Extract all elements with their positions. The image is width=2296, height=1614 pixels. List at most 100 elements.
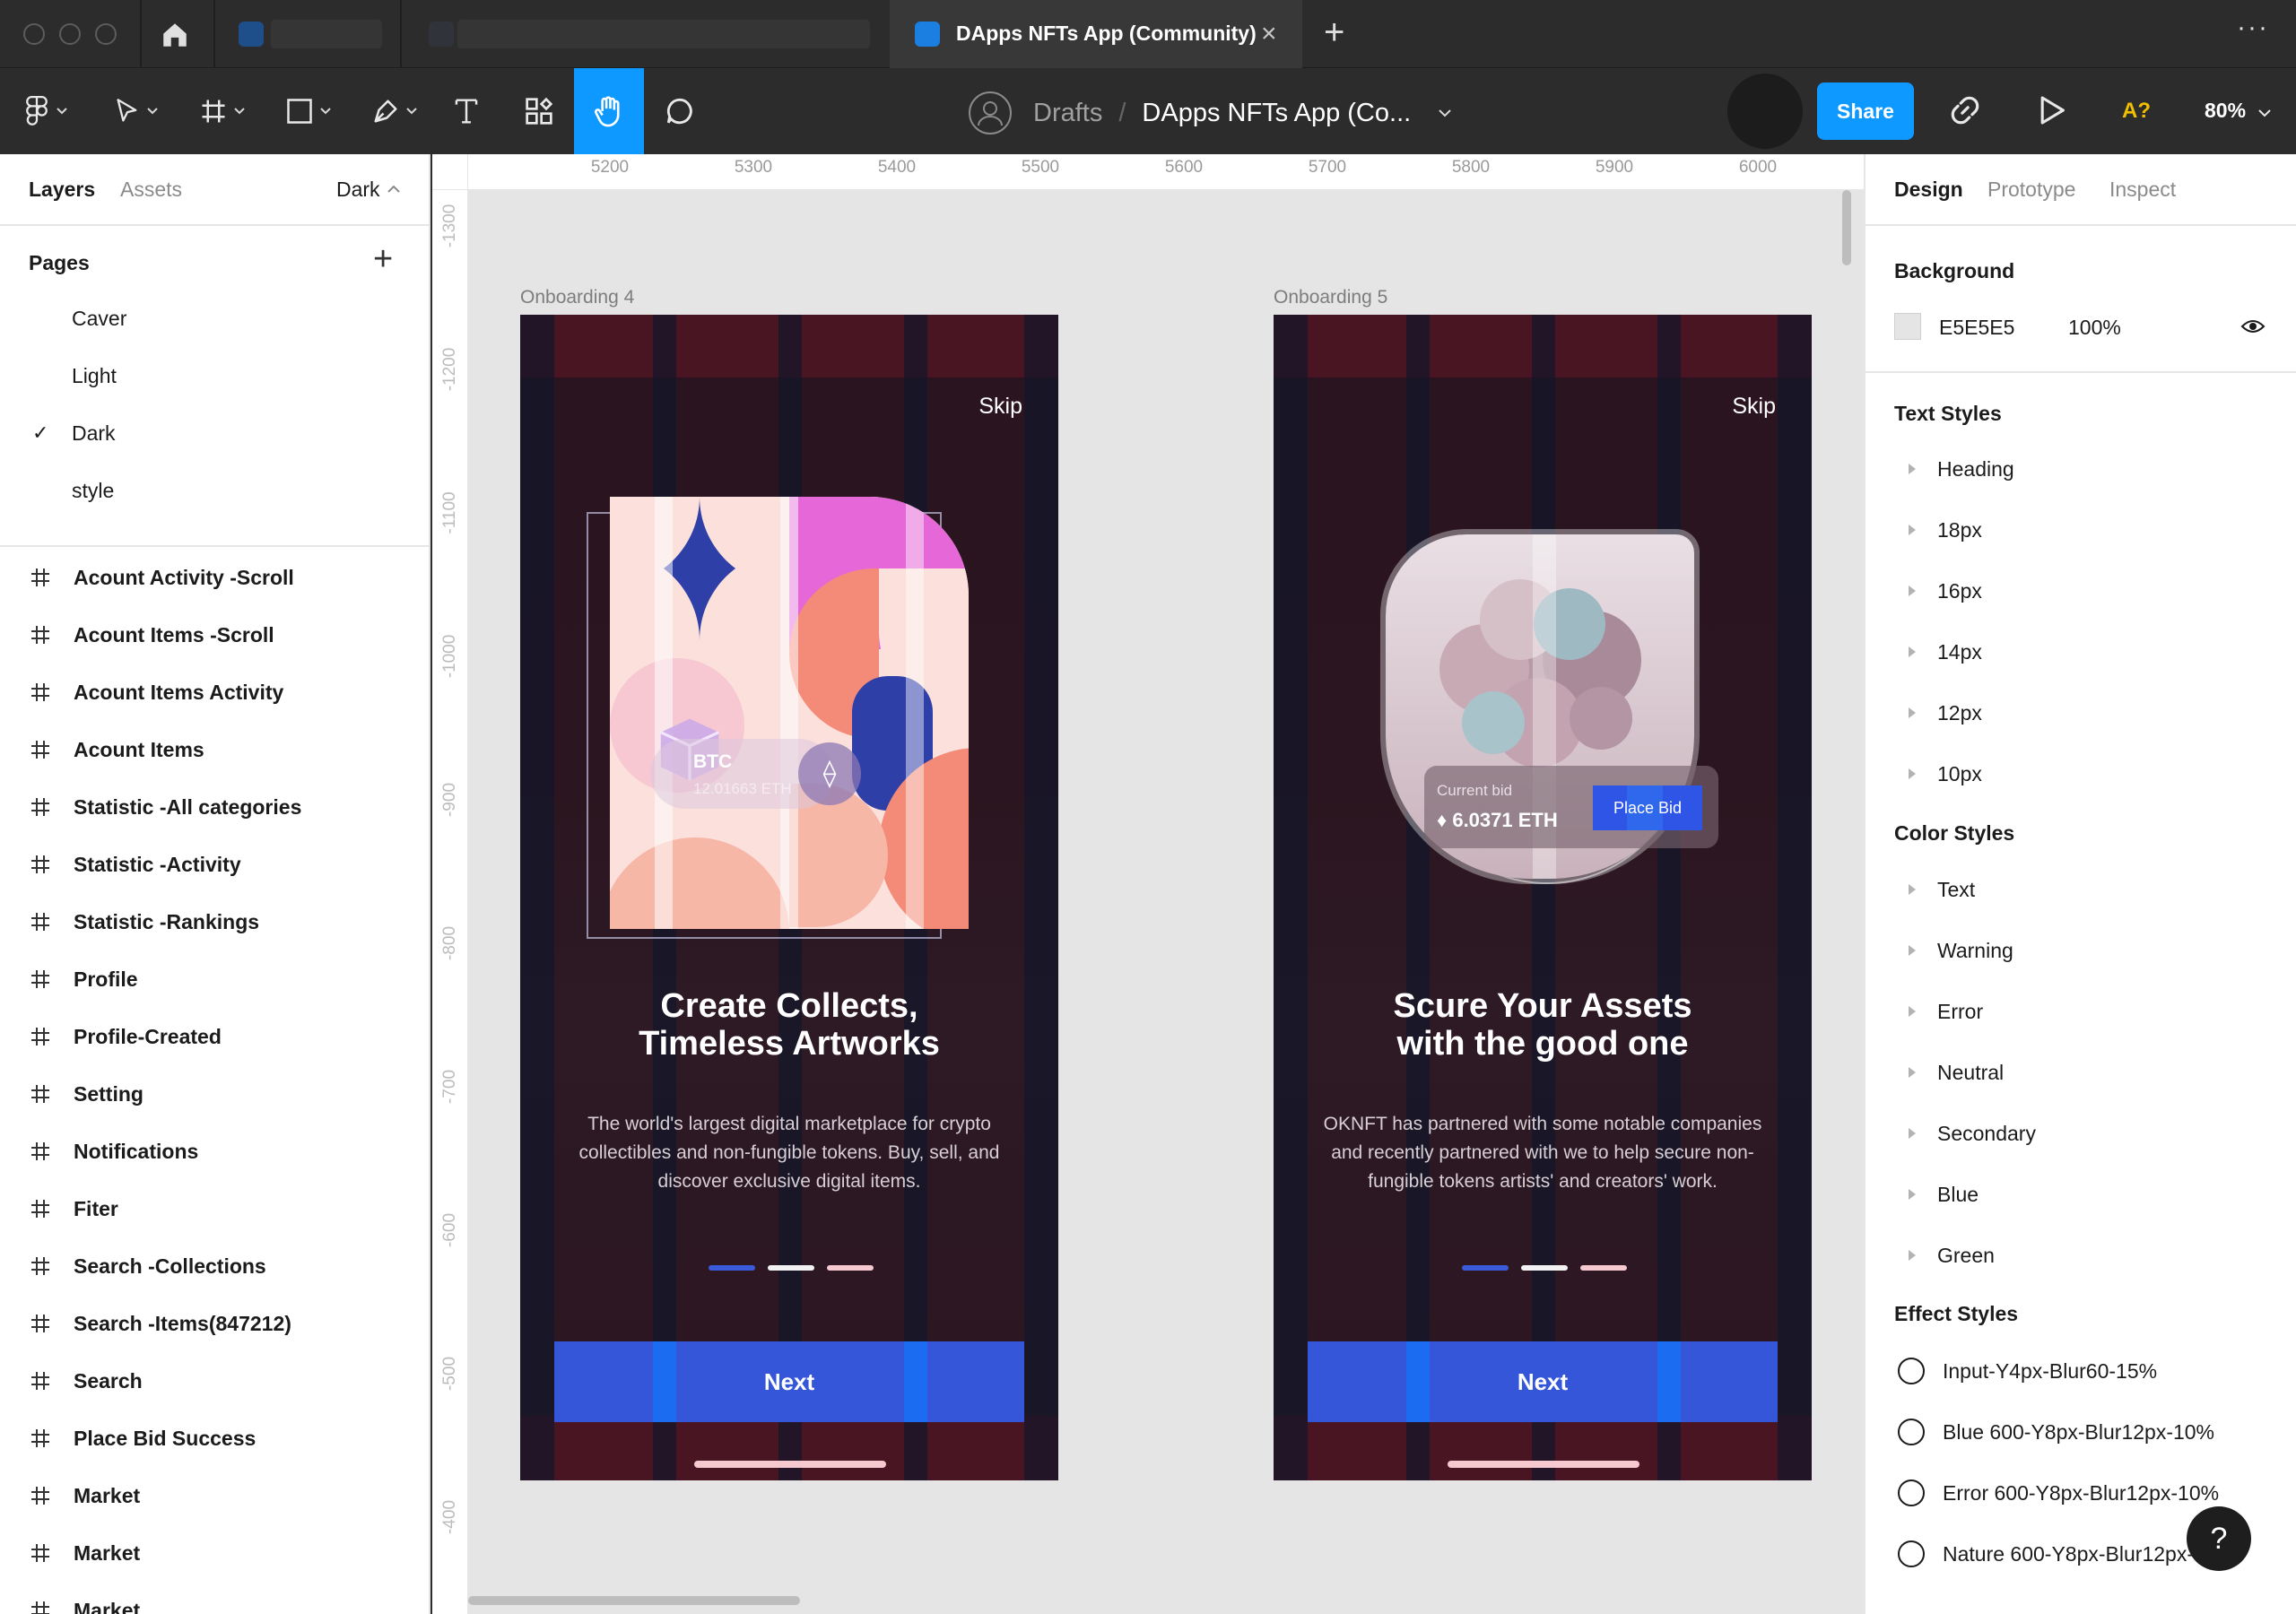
background-opacity-input[interactable]: 100% <box>2068 316 2121 340</box>
text-style-item[interactable]: 12px <box>1909 699 1982 727</box>
comment-tool-button[interactable] <box>662 68 698 154</box>
home-icon[interactable] <box>160 20 190 50</box>
tab-layers[interactable]: Layers <box>29 178 95 202</box>
tab-inactive-2[interactable] <box>402 9 886 59</box>
zoom-menu[interactable]: 80% <box>2205 99 2272 123</box>
effect-style-item[interactable]: Blue 600-Y8px-Blur12px-10% <box>1898 1417 2214 1447</box>
frame-onboarding-4[interactable]: Skip BTC 12.01663 ETH ⟠ Create Collects,… <box>520 315 1058 1480</box>
accessibility-check-button[interactable]: A? <box>2122 99 2151 124</box>
layer-frame-item[interactable]: Acount Items Activity <box>30 674 283 710</box>
layer-frame-item[interactable]: Acount Items <box>30 732 204 768</box>
background-color-swatch[interactable] <box>1894 313 1921 340</box>
breadcrumb-drafts[interactable]: Drafts <box>1033 99 1102 128</box>
tab-inactive-1[interactable] <box>215 9 395 59</box>
zoom-window-button[interactable] <box>95 23 117 45</box>
next-button[interactable]: Next <box>1308 1341 1778 1422</box>
text-tool-button[interactable] <box>448 68 484 154</box>
skip-button[interactable]: Skip <box>1732 394 1776 420</box>
next-button[interactable]: Next <box>554 1341 1024 1422</box>
canvas[interactable]: 5200 5300 5400 5500 5600 5700 5800 5900 … <box>432 154 1864 1614</box>
text-style-item[interactable]: 14px <box>1909 638 1982 666</box>
layer-frame-item[interactable]: Search <box>30 1363 143 1399</box>
layer-frame-item[interactable]: Statistic -Rankings <box>30 904 259 940</box>
chevron-down-icon[interactable] <box>1438 108 1452 117</box>
page-item-style[interactable]: style <box>72 479 114 503</box>
skip-button[interactable]: Skip <box>978 394 1022 420</box>
color-style-item[interactable]: Secondary <box>1909 1119 2036 1148</box>
share-button[interactable]: Share <box>1817 82 1914 140</box>
place-bid-button[interactable]: Place Bid <box>1593 785 1702 830</box>
effect-style-item[interactable]: Error 600-Y8px-Blur12px-10% <box>1898 1478 2219 1508</box>
color-style-item[interactable]: Text <box>1909 875 1975 904</box>
resources-tool-button[interactable] <box>520 68 558 154</box>
move-tool-button[interactable] <box>106 68 167 154</box>
text-style-item[interactable]: 10px <box>1909 759 1982 788</box>
expand-caret-icon[interactable] <box>1909 464 1916 474</box>
expand-caret-icon[interactable] <box>1909 1189 1916 1200</box>
layer-frame-item[interactable]: Search -Items(847212) <box>30 1306 291 1341</box>
color-style-item[interactable]: Warning <box>1909 936 2013 965</box>
close-tab-icon[interactable]: × <box>1261 19 1277 49</box>
chevron-up-icon[interactable] <box>387 185 400 193</box>
page-item-caver[interactable]: Caver <box>72 307 126 331</box>
link-icon[interactable] <box>1948 93 1982 132</box>
add-page-button[interactable]: + <box>373 240 393 279</box>
expand-caret-icon[interactable] <box>1909 525 1916 535</box>
vertical-scrollbar[interactable] <box>1842 190 1851 265</box>
color-style-item[interactable]: Neutral <box>1909 1058 2004 1087</box>
expand-caret-icon[interactable] <box>1909 884 1916 895</box>
more-options-icon[interactable]: ··· <box>2237 13 2269 43</box>
layer-frame-item[interactable]: Market <box>30 1535 140 1571</box>
close-window-button[interactable] <box>23 23 45 45</box>
expand-caret-icon[interactable] <box>1909 1250 1916 1261</box>
background-hex-input[interactable]: E5E5E5 <box>1939 316 2014 340</box>
new-tab-button[interactable]: + <box>1324 13 1344 53</box>
expand-caret-icon[interactable] <box>1909 1006 1916 1017</box>
color-style-item[interactable]: Blue <box>1909 1180 1979 1209</box>
layer-frame-item[interactable]: Statistic -Activity <box>30 846 241 882</box>
effect-style-item[interactable]: Input-Y4px-Blur60-15% <box>1898 1356 2157 1386</box>
layer-frame-item[interactable]: Market <box>30 1478 140 1514</box>
text-style-item[interactable]: Heading <box>1909 455 2014 483</box>
tab-design[interactable]: Design <box>1894 178 1963 202</box>
layer-frame-item[interactable]: Notifications <box>30 1133 198 1169</box>
layer-frame-item[interactable]: Place Bid Success <box>30 1420 256 1456</box>
hand-tool-button[interactable] <box>574 68 644 154</box>
expand-caret-icon[interactable] <box>1909 707 1916 718</box>
text-style-item[interactable]: 16px <box>1909 577 1982 605</box>
page-item-light[interactable]: Light <box>72 364 117 388</box>
expand-caret-icon[interactable] <box>1909 768 1916 779</box>
tab-inspect[interactable]: Inspect <box>2109 178 2176 202</box>
effect-style-item[interactable]: Nature 600-Y8px-Blur12px- <box>1898 1539 2194 1569</box>
layer-frame-item[interactable]: Fiter <box>30 1191 118 1227</box>
tab-assets[interactable]: Assets <box>120 178 182 202</box>
layer-frame-item[interactable]: Profile-Created <box>30 1019 222 1054</box>
help-button[interactable]: ? <box>2187 1506 2251 1571</box>
page-item-dark[interactable]: Dark <box>72 421 116 446</box>
pen-tool-button[interactable] <box>364 68 425 154</box>
expand-caret-icon[interactable] <box>1909 646 1916 657</box>
expand-caret-icon[interactable] <box>1909 945 1916 956</box>
layer-frame-item[interactable]: Setting <box>30 1076 144 1112</box>
layer-frame-item[interactable]: Market <box>30 1592 140 1614</box>
frame-onboarding-5[interactable]: Skip Current bid ♦ 6.0371 ETH Place Bid … <box>1274 315 1812 1480</box>
expand-caret-icon[interactable] <box>1909 1128 1916 1139</box>
expand-caret-icon[interactable] <box>1909 586 1916 596</box>
layer-frame-item[interactable]: Statistic -All categories <box>30 789 301 825</box>
color-style-item[interactable]: Error <box>1909 997 1983 1026</box>
main-menu-button[interactable] <box>16 68 75 154</box>
tab-active[interactable]: DApps NFTs App (Community) × <box>890 0 1302 68</box>
text-style-item[interactable]: 18px <box>1909 516 1982 544</box>
present-play-icon[interactable] <box>2038 95 2066 130</box>
page-selector[interactable]: Dark <box>336 178 380 202</box>
expand-caret-icon[interactable] <box>1909 1067 1916 1078</box>
user-avatar[interactable] <box>1727 74 1803 149</box>
eye-icon[interactable] <box>2240 317 2266 335</box>
layer-frame-item[interactable]: Acount Items -Scroll <box>30 617 274 653</box>
tab-prototype[interactable]: Prototype <box>1987 178 2075 202</box>
layer-frame-item[interactable]: Profile <box>30 961 138 997</box>
frame-label-onboarding-4[interactable]: Onboarding 4 <box>520 287 634 308</box>
frame-label-onboarding-5[interactable]: Onboarding 5 <box>1274 287 1387 308</box>
layer-frame-item[interactable]: Acount Activity -Scroll <box>30 560 294 595</box>
shape-tool-button[interactable] <box>278 68 339 154</box>
